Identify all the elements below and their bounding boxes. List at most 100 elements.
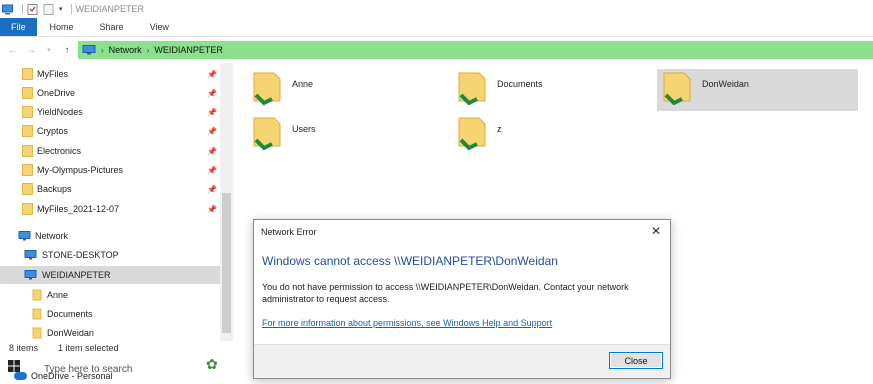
pin-icon[interactable]: 📌: [207, 108, 217, 117]
nav-item-yieldnodes[interactable]: YieldNodes 📌: [0, 103, 220, 121]
selection-count: 1 item selected: [58, 342, 119, 353]
folder-icon: [22, 183, 33, 195]
dialog-title: Network Error: [261, 227, 317, 237]
nav-item-label: Network: [35, 231, 69, 241]
share-item-donweidan[interactable]: DonWeidan: [657, 69, 858, 111]
nav-item-network[interactable]: Network: [0, 227, 220, 245]
item-label: Users: [292, 124, 316, 134]
nav-item-label: Cryptos: [37, 126, 69, 136]
folder-icon: [22, 203, 33, 215]
folder-icon: [22, 125, 33, 137]
pin-icon[interactable]: 📌: [207, 89, 217, 98]
shared-folder-icon: [458, 72, 486, 106]
help-link[interactable]: For more information about permissions, …: [262, 318, 552, 328]
shared-folder-icon: [32, 308, 42, 320]
dialog-heading: Windows cannot access \\WEIDIANPETER\Don…: [262, 254, 558, 268]
computer-icon: [2, 4, 13, 14]
pin-icon[interactable]: 📌: [207, 127, 217, 136]
breadcrumb-network[interactable]: Network: [109, 45, 142, 55]
taskbar: Type here to search OneDrive - Personal …: [0, 356, 233, 384]
toolbar-divider: [70, 4, 72, 14]
shared-folder-icon: [253, 72, 281, 106]
pin-icon[interactable]: 📌: [207, 70, 217, 79]
computer-icon: [24, 250, 37, 260]
navigation-scrollbar[interactable]: [220, 63, 233, 341]
navigation-row: ← → ▾ ↑ › Network › WEIDIANPETER: [0, 38, 873, 62]
pin-icon[interactable]: 📌: [207, 147, 217, 156]
item-label: Documents: [497, 79, 543, 89]
tab-home[interactable]: Home: [37, 18, 87, 36]
quick-access-dropdown-icon[interactable]: ▾: [59, 5, 63, 13]
nav-item-label: MyFiles_2021-12-07: [37, 204, 120, 214]
item-label: z: [497, 124, 502, 134]
back-arrow-icon[interactable]: ←: [4, 45, 22, 56]
up-arrow-icon[interactable]: ↑: [58, 45, 76, 56]
share-item-z[interactable]: z: [455, 114, 645, 156]
shared-folder-icon: [32, 289, 42, 301]
nav-item-my-olympus-pictures[interactable]: My-Olympus-Pictures 📌: [0, 161, 220, 179]
nav-item-onedrive[interactable]: OneDrive 📌: [0, 84, 220, 102]
tab-file[interactable]: File: [0, 18, 37, 36]
nav-item-weidianpeter[interactable]: WEIDIANPETER: [0, 266, 220, 284]
navigation-pane: MyFiles 📌 OneDrive 📌 YieldNodes 📌 Cryptos 📌 …: [0, 63, 233, 341]
pin-icon[interactable]: 📌: [207, 205, 217, 214]
nav-item-myfiles-2021-12-07[interactable]: MyFiles_2021-12-07 📌: [0, 200, 220, 218]
nav-item-label: DonWeidan: [47, 328, 94, 338]
nav-item-myfiles[interactable]: MyFiles 📌: [0, 65, 220, 83]
recent-locations-icon[interactable]: ▾: [40, 46, 58, 54]
shared-folder-icon: [663, 72, 691, 106]
folder-icon: [22, 87, 33, 99]
folder-icon: [22, 164, 33, 176]
breadcrumb-weidianpeter[interactable]: WEIDIANPETER: [154, 45, 223, 55]
nav-item-label: MyFiles: [37, 69, 68, 79]
close-icon[interactable]: ✕: [648, 223, 664, 239]
folder-icon: [22, 145, 33, 157]
share-item-users[interactable]: Users: [250, 114, 440, 156]
nav-item-stone-desktop[interactable]: STONE-DESKTOP: [0, 246, 220, 264]
address-bar[interactable]: › Network › WEIDIANPETER: [78, 41, 873, 59]
nav-item-electronics[interactable]: Electronics 📌: [0, 142, 220, 160]
window-title: WEIDIANPETER: [75, 4, 145, 14]
forward-arrow-icon[interactable]: →: [22, 45, 40, 56]
nav-item-label: My-Olympus-Pictures: [37, 165, 124, 175]
new-folder-icon[interactable]: [43, 3, 54, 15]
folder-icon: [22, 68, 33, 80]
title-bar: ▾ WEIDIANPETER: [0, 0, 873, 18]
onedrive-label: OneDrive - Personal: [31, 371, 113, 381]
nav-item-donweidan[interactable]: DonWeidan: [0, 324, 220, 341]
plant-icon[interactable]: ✿: [206, 356, 218, 373]
computer-icon: [24, 270, 37, 280]
network-icon: [18, 231, 31, 241]
pin-icon[interactable]: 📌: [207, 166, 217, 175]
breadcrumb-separator-icon: ›: [146, 45, 150, 55]
onedrive-item[interactable]: OneDrive - Personal: [14, 371, 113, 381]
properties-icon[interactable]: [27, 3, 38, 15]
cloud-icon: [14, 372, 27, 380]
tab-view[interactable]: View: [137, 18, 182, 36]
dialog-footer: Close: [254, 344, 670, 378]
nav-item-label: STONE-DESKTOP: [42, 250, 119, 260]
shared-folder-icon: [458, 117, 486, 151]
nav-item-label: Electronics: [37, 146, 82, 156]
scrollbar-thumb[interactable]: [222, 193, 231, 333]
pin-icon[interactable]: 📌: [207, 185, 217, 194]
item-label: Anne: [292, 79, 314, 89]
network-icon: [82, 45, 96, 55]
share-item-documents[interactable]: Documents: [455, 69, 645, 111]
nav-item-label: Backups: [37, 184, 72, 194]
share-item-anne[interactable]: Anne: [250, 69, 440, 111]
shared-folder-icon: [32, 327, 42, 339]
status-bar: 8 items 1 item selected: [0, 341, 233, 354]
nav-item-label: OneDrive: [37, 88, 76, 98]
close-button[interactable]: Close: [609, 352, 663, 369]
nav-item-documents[interactable]: Documents: [0, 305, 220, 323]
toolbar-divider: [22, 4, 23, 14]
tab-share[interactable]: Share: [87, 18, 137, 36]
nav-item-backups[interactable]: Backups 📌: [0, 180, 220, 198]
nav-item-cryptos[interactable]: Cryptos 📌: [0, 122, 220, 140]
item-count: 8 items: [9, 342, 39, 353]
shared-folder-icon: [253, 117, 281, 151]
nav-item-anne[interactable]: Anne: [0, 286, 220, 304]
ribbon-tabs: File Home Share View: [0, 18, 873, 37]
item-label: DonWeidan: [702, 79, 749, 89]
